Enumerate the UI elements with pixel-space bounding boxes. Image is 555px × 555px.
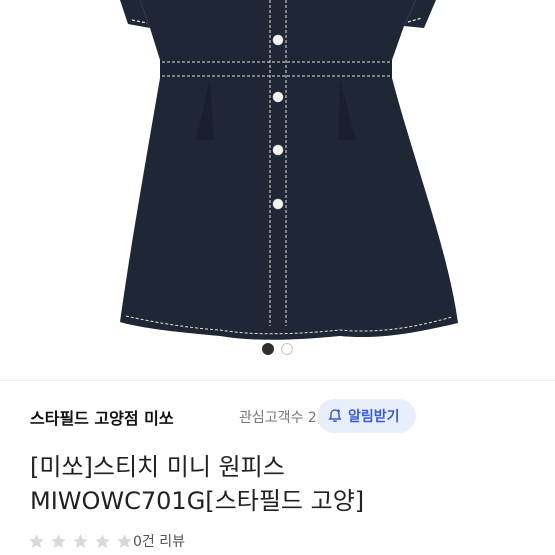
bell-plus-icon <box>328 409 342 422</box>
star-icon <box>117 534 132 548</box>
follow-button[interactable]: 알림받기 <box>317 399 416 433</box>
carousel-dot-active[interactable] <box>262 343 274 355</box>
star-icon <box>95 534 110 548</box>
product-title-line1: [미쏘]스티치 미니 원피스 <box>30 453 285 481</box>
store-name[interactable]: 스타필드 고양점 미쏘 <box>30 405 174 429</box>
star-icon <box>51 534 66 548</box>
rating-stars <box>28 533 133 550</box>
star-icon <box>73 534 88 548</box>
product-image[interactable] <box>0 0 555 372</box>
carousel-indicator <box>0 343 555 355</box>
store-info: 스타필드 고양점 미쏘 관심고객수 2,316 알림받기 <box>0 381 555 449</box>
follow-button-label: 알림받기 <box>348 409 400 425</box>
product-title-line2: MIWOWC701G[스타필드 고양] <box>30 487 365 515</box>
carousel-dot[interactable] <box>281 343 293 355</box>
star-icon <box>29 534 44 548</box>
dress-illustration <box>120 0 458 340</box>
follower-label: 관심고객수 <box>239 410 304 426</box>
review-count[interactable]: 0건 리뷰 <box>133 531 185 551</box>
